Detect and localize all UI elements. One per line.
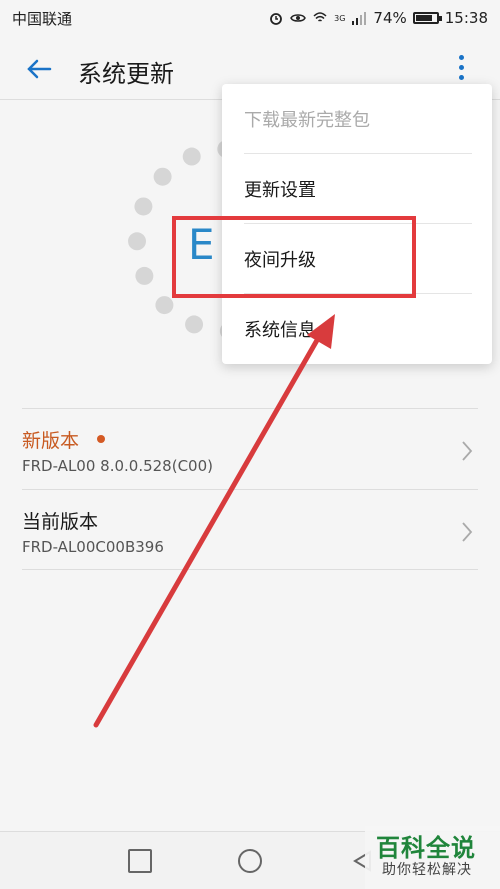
- menu-label-download-full-package: 下载最新完整包: [244, 110, 370, 131]
- chevron-right-icon: [462, 441, 473, 461]
- highlight-box: [172, 216, 416, 298]
- new-version-label: 新版本: [22, 430, 80, 452]
- page-title: 系统更新: [78, 60, 174, 88]
- battery-icon: [412, 12, 442, 24]
- current-version-value: FRD-AL00C00B396: [22, 538, 164, 556]
- new-version-dot: [97, 435, 105, 443]
- alarm-icon: [270, 13, 283, 25]
- menu-item-update-settings[interactable]: 更新设置: [222, 154, 492, 224]
- eye-icon: [290, 14, 306, 22]
- arrow-left-icon[interactable]: [22, 52, 56, 86]
- carrier-label: 中国联通: [12, 9, 73, 28]
- current-version-label: 当前版本: [22, 511, 99, 533]
- version-list: 新版本 FRD-AL00 8.0.0.528(C00) 当前版本 FRD-AL0…: [22, 408, 478, 570]
- signal-icon: [352, 12, 367, 25]
- more-vert-icon[interactable]: [452, 50, 470, 84]
- menu-item-system-info[interactable]: 系统信息: [222, 294, 492, 364]
- new-version-value: FRD-AL00 8.0.0.528(C00): [22, 457, 213, 475]
- recent-apps-icon[interactable]: [128, 849, 152, 873]
- home-icon[interactable]: [238, 849, 262, 873]
- wifi-icon: [313, 12, 327, 22]
- new-version-row[interactable]: 新版本 FRD-AL00 8.0.0.528(C00): [22, 408, 478, 489]
- menu-label-system-info: 系统信息: [244, 320, 316, 341]
- status-bar: 中国联通 3G 74% 15:38: [0, 0, 500, 36]
- network-type-label: 3G: [334, 13, 346, 23]
- watermark-main: 百科全说: [376, 834, 476, 862]
- status-time: 15:38: [444, 9, 488, 27]
- watermark-sub: 助你轻松解决: [382, 862, 472, 878]
- current-version-row[interactable]: 当前版本 FRD-AL00C00B396: [22, 489, 478, 570]
- menu-item-download-full-package[interactable]: 下载最新完整包: [222, 84, 492, 154]
- chevron-right-icon: [462, 522, 473, 542]
- menu-label-update-settings: 更新设置: [244, 180, 316, 201]
- battery-percentage: 74%: [373, 9, 407, 27]
- status-icons: 3G 74% 15:38: [268, 9, 488, 27]
